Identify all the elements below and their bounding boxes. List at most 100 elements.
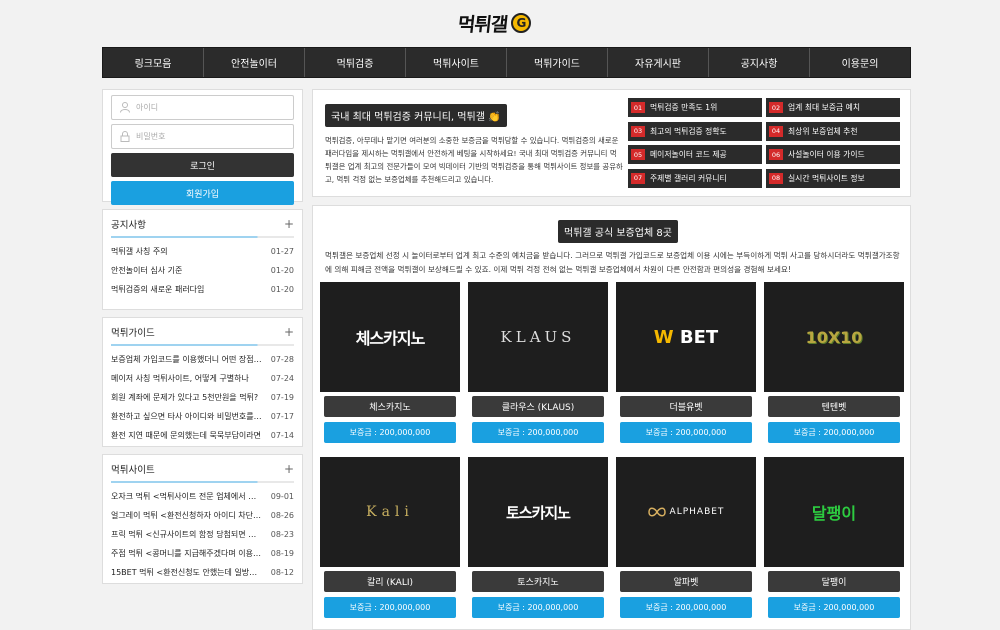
logo-badge: G — [511, 13, 532, 33]
partner-logo-text-wrap: ALPHABET — [647, 507, 725, 517]
list-item[interactable]: 프릭 먹튀 <신규사이트의 함정 당첨되면 먹튀> 08-23 — [111, 525, 294, 544]
password-placeholder: 비밀번호 — [136, 132, 166, 141]
nav-safe-playground[interactable]: 안전놀이터 — [204, 48, 305, 77]
partner-name-button[interactable]: 텐텐벳 — [768, 396, 900, 417]
nav-link-collection[interactable]: 링크모음 — [103, 48, 204, 77]
partner-logo-text: ALPHABET — [669, 507, 725, 517]
partner-card: 토스카지노 토스카지노 보증금 : 200,000,000 — [468, 457, 608, 624]
list-item[interactable]: 환전 지연 때문에 문의했는데 묵묵부답이라면 07-14 — [111, 426, 294, 445]
nav-scam-sites[interactable]: 먹튀사이트 — [406, 48, 507, 77]
list-item[interactable]: 얼그레이 먹튀 <환전신청하자 아이디 차단!?> 08-26 — [111, 506, 294, 525]
intro-box: 국내 최대 먹튀검증 커뮤니티, 먹튀갤 👏 먹튀검증, 아무데나 맡기면 여러… — [312, 89, 911, 197]
nav-free-board[interactable]: 자유게시판 — [608, 48, 709, 77]
partner-deposit-button[interactable]: 보증금 : 200,000,000 — [324, 597, 456, 618]
partner-name-button[interactable]: 칼리 (KALI) — [324, 571, 456, 592]
partner-logo-kali[interactable]: Kali — [320, 457, 460, 567]
partner-logo-alphabet[interactable]: ALPHABET — [616, 457, 756, 567]
partner-logo-text: 토스카지노 — [505, 503, 571, 522]
login-button[interactable]: 로그인 — [111, 153, 294, 177]
nav-verification[interactable]: 먹튀검증 — [305, 48, 406, 77]
intro-paragraph: 먹튀검증, 아무데나 맡기면 여러분의 소중한 보증금을 먹튀당할 수 있습니다… — [325, 136, 623, 184]
list-item[interactable]: 먹튀검증의 새로운 패러다임 01-20 — [111, 280, 294, 299]
notice-panel-title: 공지사항 — [111, 219, 146, 231]
partner-logo-text: 달팽이 — [811, 504, 857, 523]
list-item[interactable]: 회원 계좌에 문제가 있다고 5천만원을 먹튀? 07-19 — [111, 388, 294, 407]
scam-sites-more-button[interactable]: + — [284, 462, 294, 476]
partners-box: 먹튀갤 공식 보증업체 8곳 먹튀갤은 보증업체 선정 시 놀이터로부터 업계 … — [312, 205, 911, 630]
nav-inquiry[interactable]: 이용문의 — [810, 48, 910, 77]
lock-icon — [120, 131, 130, 142]
infinity-icon — [647, 507, 666, 517]
partner-logo-chess[interactable]: 체스카지노 — [320, 282, 460, 392]
guide-more-button[interactable]: + — [284, 325, 294, 339]
partner-card: KLAUS 클라우스 (KLAUS) 보증금 : 200,000,000 — [468, 282, 608, 449]
list-item[interactable]: 먹튀갤 사칭 주의 01-27 — [111, 242, 294, 261]
partner-logo-tenten[interactable]: 10X10 — [764, 282, 904, 392]
feature-number: 03 — [631, 125, 645, 137]
feature-number: 06 — [769, 149, 783, 160]
partner-deposit-button[interactable]: 보증금 : 200,000,000 — [472, 597, 604, 618]
scam-sites-panel: 먹튀사이트 + 오자크 먹튀 <먹튀사이트 전문 업체에서 만든> 09-01 얼… — [102, 454, 303, 584]
partners-title: 먹튀갤 공식 보증업체 8곳 — [558, 220, 678, 243]
partner-deposit-button[interactable]: 보증금 : 200,000,000 — [324, 422, 456, 443]
partner-deposit-button[interactable]: 보증금 : 200,000,000 — [620, 597, 752, 618]
username-placeholder: 아이디 — [136, 103, 159, 112]
partner-logo-text-accent: W — [653, 326, 674, 348]
list-item[interactable]: 주점 먹튀 <콩머니를 지급해주겠다며 이용자> 08-19 — [111, 544, 294, 563]
partner-name-button[interactable]: 알파벳 — [620, 571, 752, 592]
guide-panel: 먹튀가이드 + 보증업체 가입코드를 이용했더니 어떤 장점이 있나요?07-2… — [102, 317, 303, 447]
partner-logo-text: 체스카지노 — [355, 329, 426, 348]
feature-label: 주제별 갤러리 커뮤니티 — [650, 173, 727, 183]
nav-notice[interactable]: 공지사항 — [709, 48, 810, 77]
feature-list: 01 먹튀검증 만족도 1위 02 업계 최대 보증금 예치 03 최고의 먹튀검증 … — [628, 98, 900, 188]
partner-name-button[interactable]: 체스카지노 — [324, 396, 456, 417]
feature-item: 01 먹튀검증 만족도 1위 — [628, 98, 762, 117]
partner-logo-text: W BET — [654, 327, 718, 348]
username-input[interactable]: 아이디 — [111, 95, 294, 120]
feature-label: 실시간 먹튀사이트 정보 — [788, 173, 865, 183]
partner-logo-klaus[interactable]: KLAUS — [468, 282, 608, 392]
feature-item: 05 메이저놀이터 코드 제공 — [628, 145, 762, 164]
feature-label: 메이저놀이터 코드 제공 — [650, 150, 727, 159]
partner-name-button[interactable]: 토스카지노 — [472, 571, 604, 592]
site-logo[interactable]: 먹튀갤 G — [456, 10, 532, 36]
partners-description: 먹튀갤은 보증업체 선정 시 놀이터로부터 업계 최고 수준의 예치금을 받습니… — [325, 251, 900, 274]
list-item[interactable]: 오자크 먹튀 <먹튀사이트 전문 업체에서 만든> 09-01 — [111, 487, 294, 506]
feature-item: 08 실시간 먹튀사이트 정보 — [766, 168, 900, 188]
partner-deposit-button[interactable]: 보증금 : 200,000,000 — [620, 422, 752, 443]
partner-name-button[interactable]: 더블유벳 — [620, 396, 752, 417]
notice-panel-header: 공지사항 + — [111, 210, 294, 238]
partner-logo-wbet[interactable]: W BET — [616, 282, 756, 392]
partner-card: 10X10 텐텐벳 보증금 : 200,000,000 — [764, 282, 904, 449]
partner-deposit-button[interactable]: 보증금 : 200,000,000 — [768, 597, 900, 618]
logo-text: 먹튀갤 — [456, 13, 509, 36]
sidebar: 아이디 비밀번호 로그인 회원가입 공지사항 + 먹튀갤 사칭 주의 01-27 … — [102, 89, 303, 584]
list-item[interactable]: 메이저 사칭 먹튀사이트, 어떻게 구별하나 07-24 — [111, 369, 294, 388]
partner-name-button[interactable]: 클라우스 (KLAUS) — [472, 396, 604, 417]
feature-label: 사설놀이터 이용 가이드 — [788, 150, 865, 159]
partner-card: W BET 더블유벳 보증금 : 200,000,000 — [616, 282, 756, 449]
feature-item: 02 업계 최대 보증금 예치 — [766, 98, 900, 117]
signup-button[interactable]: 회원가입 — [111, 181, 294, 205]
main-nav: 링크모음 안전놀이터 먹튀검증 먹튀사이트 먹튀가이드 자유게시판 공지사항 이… — [102, 47, 911, 78]
partner-card: ALPHABET 알파벳 보증금 : 200,000,000 — [616, 457, 756, 624]
list-item[interactable]: 환전하고 싶으면 타사 아이디와 비밀번호를 달라 07-17 — [111, 407, 294, 426]
login-box: 아이디 비밀번호 로그인 회원가입 — [102, 89, 303, 205]
feature-item: 04 최상위 보증업체 추천 — [766, 121, 900, 141]
partner-logo-toss[interactable]: 토스카지노 — [468, 457, 608, 567]
nav-guide[interactable]: 먹튀가이드 — [507, 48, 608, 77]
password-input[interactable]: 비밀번호 — [111, 124, 294, 149]
scam-sites-panel-title: 먹튀사이트 — [111, 464, 155, 476]
notice-more-button[interactable]: + — [284, 217, 294, 231]
partner-logo-snail[interactable]: 달팽이 — [764, 457, 904, 567]
partner-logo-text: Kali — [366, 504, 414, 520]
feature-label: 먹튀검증 만족도 1위 — [650, 103, 718, 112]
partner-name-button[interactable]: 달팽이 — [768, 571, 900, 592]
feature-number: 05 — [631, 149, 645, 160]
list-item[interactable]: 15BET 먹튀 <환전신청도 안했는데 일방이> 08-12 — [111, 563, 294, 582]
partner-deposit-button[interactable]: 보증금 : 200,000,000 — [768, 422, 900, 443]
intro-text-block: 국내 최대 먹튀검증 커뮤니티, 먹튀갤 👏 먹튀검증, 아무데나 맡기면 여러… — [325, 98, 623, 188]
partner-deposit-button[interactable]: 보증금 : 200,000,000 — [472, 422, 604, 443]
list-item[interactable]: 보증업체 가입코드를 이용했더니 어떤 장점이 있나요?07-28 — [111, 350, 294, 369]
list-item[interactable]: 안전놀이터 심사 기준 01-20 — [111, 261, 294, 280]
